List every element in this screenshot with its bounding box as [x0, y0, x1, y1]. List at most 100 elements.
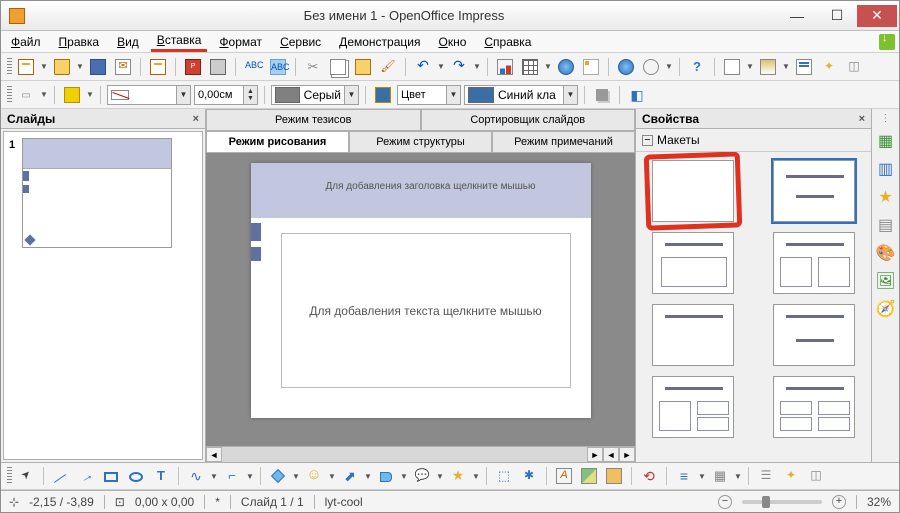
edit-file-button[interactable]: [147, 56, 169, 78]
tab-Режим примечаний[interactable]: Режим примечаний: [492, 131, 635, 152]
area-style-button[interactable]: [372, 84, 394, 106]
callout-tool[interactable]: [411, 465, 433, 487]
zoom-value[interactable]: 32%: [867, 495, 891, 509]
layout-grid[interactable]: [773, 376, 855, 438]
connector-tool[interactable]: [221, 465, 243, 487]
extrusion-tool[interactable]: [755, 465, 777, 487]
from-file-tool[interactable]: [578, 465, 600, 487]
arrange-tool[interactable]: [709, 465, 731, 487]
toolbar-handle[interactable]: [7, 86, 12, 104]
master-pages-icon[interactable]: ▥: [875, 158, 897, 180]
tab-Режим тезисов[interactable]: Режим тезисов: [206, 109, 421, 130]
layout-two-col-text[interactable]: [652, 376, 734, 438]
new-doc-button[interactable]: [15, 56, 37, 78]
cut-button[interactable]: [302, 56, 324, 78]
line-tool[interactable]: [50, 465, 72, 487]
collapse-icon[interactable]: −: [642, 135, 653, 146]
text-tool[interactable]: [150, 465, 172, 487]
redo-button[interactable]: [448, 56, 470, 78]
animation-button[interactable]: [818, 56, 840, 78]
shadow-button[interactable]: [591, 84, 613, 106]
close-panel-icon[interactable]: ×: [193, 113, 199, 125]
save-button[interactable]: [87, 56, 109, 78]
menu-файл[interactable]: Файл: [5, 33, 47, 51]
zoom-out-button[interactable]: −: [718, 495, 732, 509]
toolbar-handle[interactable]: [7, 467, 12, 485]
tab-Сортировщик слайдов[interactable]: Сортировщик слайдов: [421, 109, 636, 130]
line-width-combo[interactable]: 0,00см▲▼: [194, 85, 258, 105]
rectangle-tool[interactable]: [100, 465, 122, 487]
fill-color-combo[interactable]: Синий кла▼: [464, 85, 578, 105]
interaction-tool[interactable]: [780, 465, 802, 487]
flowchart-tool[interactable]: [375, 465, 397, 487]
undo-button[interactable]: [412, 56, 434, 78]
transition-button[interactable]: [843, 56, 865, 78]
layout-title[interactable]: [773, 160, 855, 222]
line-arrow-tool[interactable]: [75, 465, 97, 487]
sidebar-grip[interactable]: ⋮: [881, 113, 891, 124]
fontwork-tool[interactable]: [553, 465, 575, 487]
layout-blank[interactable]: [652, 160, 734, 222]
basic-shapes-tool[interactable]: [267, 465, 289, 487]
print-button[interactable]: [207, 56, 229, 78]
chart-button[interactable]: [494, 56, 516, 78]
styles-icon[interactable]: 🎨: [875, 242, 897, 264]
tab-Режим структуры[interactable]: Режим структуры: [349, 131, 492, 152]
ellipse-tool[interactable]: [125, 465, 147, 487]
line-color-combo[interactable]: Серый▼: [271, 85, 359, 105]
rotate-tool[interactable]: [638, 465, 660, 487]
help-button[interactable]: [686, 56, 708, 78]
auto-spellcheck-button[interactable]: [267, 56, 289, 78]
format-paintbrush-button[interactable]: [377, 56, 399, 78]
gallery-icon[interactable]: 🖼: [875, 270, 897, 292]
spellcheck-button[interactable]: [242, 56, 264, 78]
gallery-tool[interactable]: [603, 465, 625, 487]
hyperlink-button[interactable]: [555, 56, 577, 78]
curve-tool[interactable]: [185, 465, 207, 487]
glue-points-tool[interactable]: [518, 465, 540, 487]
layouts-section-header[interactable]: − Макеты: [636, 129, 871, 152]
download-icon[interactable]: [879, 34, 895, 50]
export-pdf-button[interactable]: [182, 56, 204, 78]
custom-animation-icon[interactable]: ★: [875, 186, 897, 208]
zoom-button[interactable]: [640, 56, 662, 78]
table-button[interactable]: [519, 56, 541, 78]
block-arrows-tool[interactable]: [339, 465, 361, 487]
menu-формат[interactable]: Формат: [213, 33, 268, 51]
line-color-button[interactable]: [61, 84, 83, 106]
slide-design-button[interactable]: [757, 56, 779, 78]
fill-style-combo[interactable]: Цвет▼: [397, 85, 461, 105]
close-button[interactable]: ✕: [857, 5, 897, 27]
open-button[interactable]: [51, 56, 73, 78]
menu-вставка[interactable]: Вставка: [151, 31, 208, 52]
paste-button[interactable]: [352, 56, 374, 78]
slide-canvas[interactable]: Для добавления заголовка щелкните мышью …: [251, 163, 591, 418]
show-draw-button[interactable]: [580, 56, 602, 78]
maximize-button[interactable]: ☐: [817, 5, 857, 27]
zoom-in-button[interactable]: +: [832, 495, 846, 509]
symbol-shapes-tool[interactable]: [303, 465, 325, 487]
points-tool[interactable]: [493, 465, 515, 487]
properties-icon[interactable]: ▦: [875, 130, 897, 152]
layout-centered[interactable]: [773, 304, 855, 366]
toolbar-handle[interactable]: [7, 58, 12, 76]
navigator-icon[interactable]: 🧭: [875, 298, 897, 320]
line-style-combo[interactable]: ▼: [107, 85, 191, 105]
horizontal-scrollbar[interactable]: ◄►◄►: [206, 446, 635, 462]
menu-вид[interactable]: Вид: [111, 33, 145, 51]
slide-layout-button[interactable]: [793, 56, 815, 78]
menu-справка[interactable]: Справка: [478, 33, 537, 51]
zoom-slider[interactable]: [742, 500, 822, 504]
close-panel-icon[interactable]: ×: [859, 113, 865, 125]
copy-button[interactable]: [327, 56, 349, 78]
menu-правка[interactable]: Правка: [53, 33, 106, 51]
select-tool[interactable]: [15, 465, 37, 487]
menu-демонстрация[interactable]: Демонстрация: [333, 33, 426, 51]
layout-two-content[interactable]: [773, 232, 855, 294]
title-placeholder[interactable]: Для добавления заголовка щелкните мышью: [291, 181, 571, 192]
3d-button[interactable]: [626, 84, 648, 106]
tab-Режим рисования[interactable]: Режим рисования: [206, 131, 349, 152]
animation-tool[interactable]: [805, 465, 827, 487]
slide-thumbnail-1[interactable]: 1: [22, 138, 172, 248]
email-button[interactable]: [112, 56, 134, 78]
